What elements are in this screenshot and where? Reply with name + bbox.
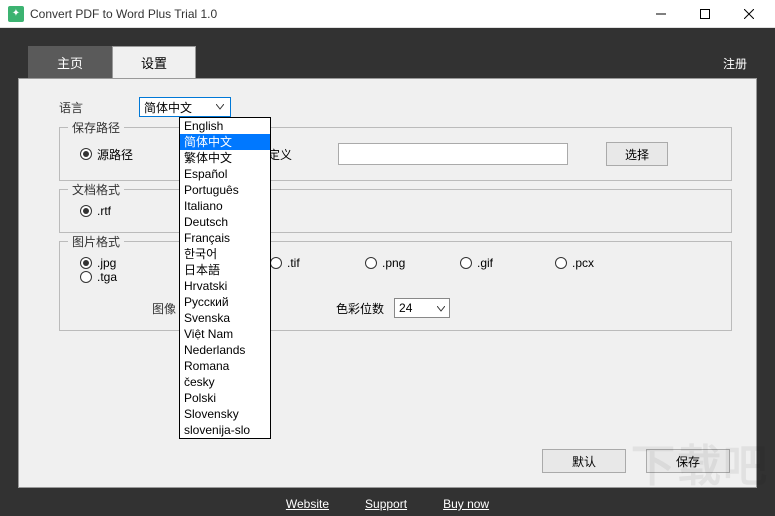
language-option[interactable]: Português	[180, 182, 270, 198]
default-button[interactable]: 默认	[542, 449, 626, 473]
radio-pcx-label: .pcx	[572, 256, 594, 270]
footer: Website Support Buy now	[0, 492, 775, 516]
radio-icon	[80, 271, 92, 283]
footer-buynow-link[interactable]: Buy now	[443, 497, 489, 511]
radio-tga-label: .tga	[97, 270, 117, 284]
color-bits-select[interactable]: 24	[394, 298, 450, 318]
language-option[interactable]: Romana	[180, 358, 270, 374]
img-format-fieldset: 图片格式 .jpg .tif .png .gif	[59, 241, 732, 331]
image-prefix-label: 图像	[152, 300, 176, 317]
language-row: 语言 简体中文	[59, 97, 732, 117]
language-option[interactable]: 繁体中文	[180, 150, 270, 166]
save-path-fieldset: 保存路径 源路径 自定义 选择	[59, 127, 732, 181]
language-option[interactable]: Italiano	[180, 198, 270, 214]
language-option[interactable]: Deutsch	[180, 214, 270, 230]
language-option[interactable]: Svenska	[180, 310, 270, 326]
radio-icon	[555, 257, 567, 269]
language-selected-text: 简体中文	[144, 99, 214, 116]
chevron-down-icon	[214, 104, 226, 110]
language-option[interactable]: 简体中文	[180, 134, 270, 150]
tab-settings[interactable]: 设置	[112, 46, 196, 78]
color-bits-label: 色彩位数	[336, 300, 384, 317]
img-format-legend: 图片格式	[68, 233, 124, 250]
radio-jpg[interactable]: .jpg	[80, 256, 175, 270]
language-option[interactable]: Русский	[180, 294, 270, 310]
language-option[interactable]: English	[180, 118, 270, 134]
radio-icon	[80, 205, 92, 217]
language-option[interactable]: Polski	[180, 390, 270, 406]
radio-tga[interactable]: .tga	[80, 270, 160, 284]
radio-tif-label: .tif	[287, 256, 300, 270]
language-option[interactable]: 日本語	[180, 262, 270, 278]
window-title: Convert PDF to Word Plus Trial 1.0	[30, 7, 639, 21]
minimize-button[interactable]	[639, 0, 683, 28]
save-button[interactable]: 保存	[646, 449, 730, 473]
radio-icon	[80, 148, 92, 160]
radio-pcx[interactable]: .pcx	[555, 256, 650, 270]
close-button[interactable]	[727, 0, 771, 28]
doc-format-fieldset: 文档格式 .rtf	[59, 189, 732, 233]
language-dropdown-list[interactable]: English简体中文繁体中文EspañolPortuguêsItalianoD…	[179, 117, 271, 439]
custom-path-input[interactable]	[338, 143, 568, 165]
language-select[interactable]: 简体中文	[139, 97, 231, 117]
radio-gif[interactable]: .gif	[460, 256, 555, 270]
language-option[interactable]: slovenija-slo	[180, 422, 270, 438]
language-option[interactable]: Slovensky	[180, 406, 270, 422]
app-icon: ✦	[8, 6, 24, 22]
maximize-button[interactable]	[683, 0, 727, 28]
language-label: 语言	[59, 99, 139, 116]
bottom-buttons: 默认 保存	[542, 449, 730, 473]
radio-rtf[interactable]: .rtf	[80, 204, 111, 218]
titlebar: ✦ Convert PDF to Word Plus Trial 1.0	[0, 0, 775, 28]
color-bits-value: 24	[399, 301, 412, 315]
language-option[interactable]: Nederlands	[180, 342, 270, 358]
footer-support-link[interactable]: Support	[365, 497, 407, 511]
radio-rtf-label: .rtf	[97, 204, 111, 218]
language-option[interactable]: 한국어	[180, 246, 270, 262]
radio-png-label: .png	[382, 256, 405, 270]
radio-gif-label: .gif	[477, 256, 493, 270]
language-option[interactable]: Việt Nam	[180, 326, 270, 342]
language-option[interactable]: Hrvatski	[180, 278, 270, 294]
radio-icon	[365, 257, 377, 269]
radio-icon	[270, 257, 282, 269]
language-option[interactable]: česky	[180, 374, 270, 390]
client-area: 主页 设置 注册 语言 简体中文 保存路径 源路径	[0, 28, 775, 516]
radio-icon	[460, 257, 472, 269]
radio-jpg-label: .jpg	[97, 256, 116, 270]
browse-button[interactable]: 选择	[606, 142, 668, 166]
doc-format-legend: 文档格式	[68, 181, 124, 198]
radio-tif[interactable]: .tif	[270, 256, 365, 270]
footer-website-link[interactable]: Website	[286, 497, 329, 511]
save-path-legend: 保存路径	[68, 119, 124, 136]
radio-source-path[interactable]: 源路径	[80, 146, 133, 163]
chevron-down-icon	[437, 301, 445, 315]
radio-icon	[80, 257, 92, 269]
settings-panel: 语言 简体中文 保存路径 源路径 自定义 选择	[18, 78, 757, 488]
tabs-row: 主页 设置 注册	[0, 28, 775, 78]
radio-png[interactable]: .png	[365, 256, 460, 270]
tab-home[interactable]: 主页	[28, 46, 112, 78]
register-link[interactable]: 注册	[713, 49, 757, 78]
radio-source-path-label: 源路径	[97, 146, 133, 163]
language-option[interactable]: Français	[180, 230, 270, 246]
language-option[interactable]: Español	[180, 166, 270, 182]
